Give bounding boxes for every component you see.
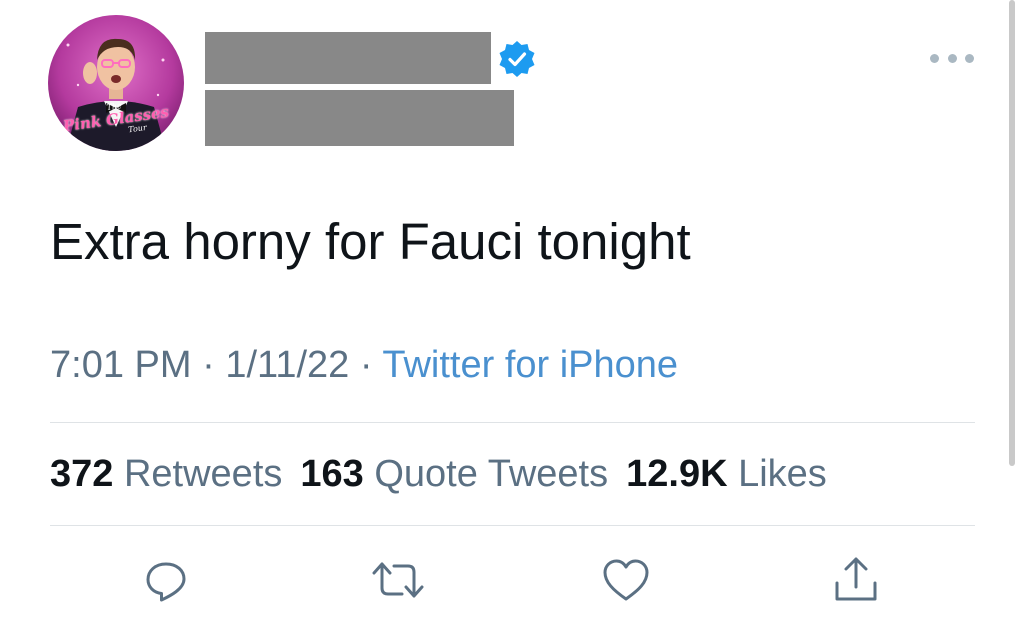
reply-icon	[146, 562, 186, 602]
likes-label: Likes	[738, 453, 827, 495]
share-button[interactable]	[828, 552, 884, 608]
more-dot-icon	[930, 53, 939, 63]
display-name-redacted[interactable]	[205, 32, 491, 84]
quote-tweets-stat[interactable]: 163 Quote Tweets	[300, 453, 608, 495]
reply-button[interactable]	[138, 552, 194, 608]
divider	[50, 525, 975, 526]
more-dot-icon	[947, 53, 957, 63]
quote-tweets-count: 163	[300, 453, 364, 495]
verified-badge-icon	[497, 39, 537, 79]
username-redacted[interactable]	[205, 90, 514, 146]
likes-stat[interactable]: 12.9K Likes	[626, 453, 827, 495]
more-options-button[interactable]	[930, 48, 974, 68]
likes-count: 12.9K	[626, 453, 728, 495]
tweet-source-link[interactable]: Twitter for iPhone	[382, 344, 678, 386]
tweet-time[interactable]: 7:01 PM	[50, 344, 192, 386]
more-dot-icon	[965, 53, 974, 63]
tweet-text: Extra horny for Fauci tonight	[50, 213, 691, 270]
retweets-label: Retweets	[123, 453, 283, 495]
quote-tweets-label: Quote Tweets	[374, 453, 609, 495]
avatar[interactable]: The Pink Glasses Tour	[48, 15, 184, 151]
tweet-stats: 372 Retweets 163 Quote Tweets 12.9K Likes	[50, 449, 827, 499]
retweet-icon	[372, 562, 424, 598]
divider	[50, 422, 975, 423]
meta-separator: ·	[359, 344, 373, 386]
retweet-button[interactable]	[370, 552, 426, 608]
share-icon	[835, 557, 877, 601]
retweets-count: 372	[50, 453, 114, 495]
retweets-stat[interactable]: 372 Retweets	[50, 453, 282, 495]
tweet-meta: 7:01 PM · 1/11/22 · Twitter for iPhone	[50, 340, 678, 390]
meta-separator: ·	[202, 344, 215, 386]
like-button[interactable]	[598, 552, 654, 608]
tweet-date[interactable]: 1/11/22	[225, 344, 349, 386]
scrollbar[interactable]	[1009, 0, 1015, 466]
heart-icon	[603, 559, 649, 601]
